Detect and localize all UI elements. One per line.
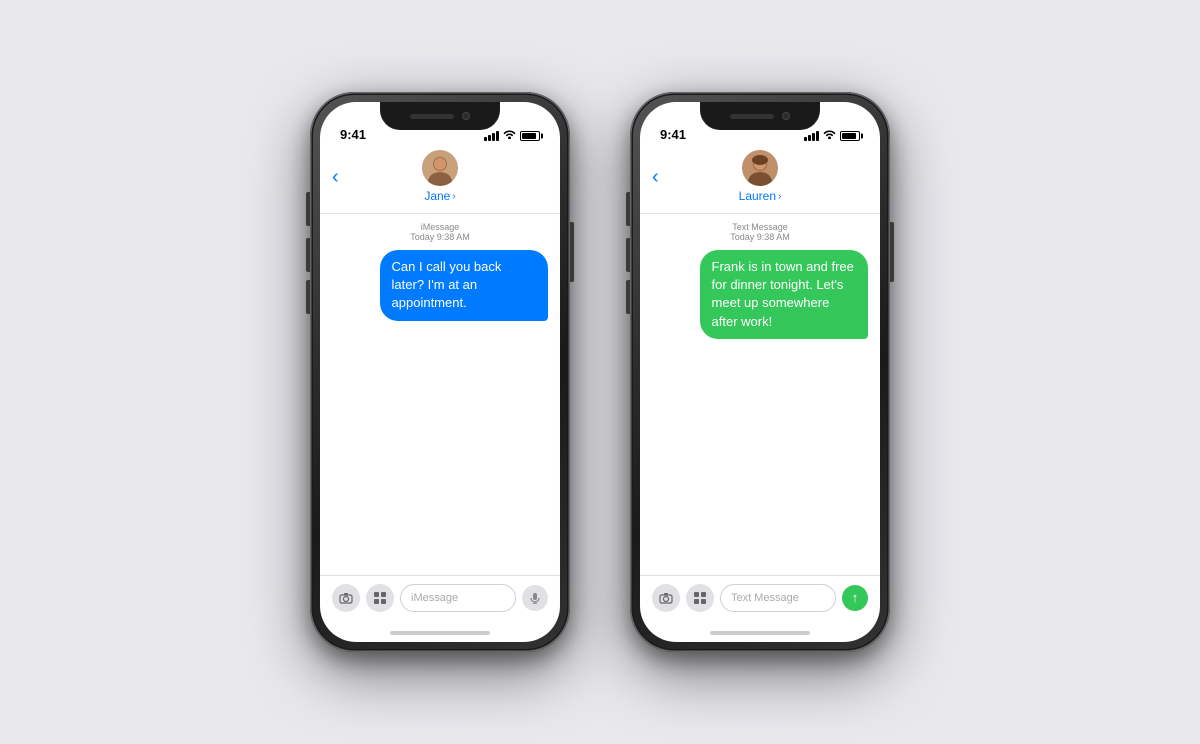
wifi-icon-right xyxy=(823,129,836,142)
camera-button-right[interactable] xyxy=(652,584,680,612)
camera-left xyxy=(462,112,470,120)
message-meta-left: iMessage Today 9:38 AM xyxy=(332,222,548,242)
battery-icon-right xyxy=(840,131,860,141)
phone-screen-right: 9:41 ‹ xyxy=(640,102,880,642)
back-button-right[interactable]: ‹ xyxy=(652,167,659,187)
contact-info-right[interactable]: Lauren › xyxy=(739,150,782,203)
input-bar-right: Text Message ↑ xyxy=(640,575,880,624)
status-time-left: 9:41 xyxy=(340,127,366,142)
nav-header-right: ‹ Lauren › xyxy=(640,146,880,214)
chevron-right-right: › xyxy=(778,191,781,202)
status-icons-right xyxy=(804,129,860,142)
apps-button-right[interactable] xyxy=(686,584,714,612)
signal-bars-right xyxy=(804,131,819,141)
signal-bars-left xyxy=(484,131,499,141)
speaker-right xyxy=(730,114,774,119)
audio-button-left[interactable] xyxy=(522,585,548,611)
camera-right xyxy=(782,112,790,120)
phone-right: 9:41 ‹ xyxy=(630,92,890,652)
message-meta-right: Text Message Today 9:38 AM xyxy=(652,222,868,242)
camera-button-left[interactable] xyxy=(332,584,360,612)
contact-name-right[interactable]: Lauren › xyxy=(739,189,782,203)
status-icons-left xyxy=(484,129,540,142)
speaker-left xyxy=(410,114,454,119)
home-indicator-left xyxy=(320,624,560,642)
message-bubble-left: Can I call you back later? I'm at an app… xyxy=(380,250,548,321)
notch-right xyxy=(700,102,820,130)
send-arrow-icon: ↑ xyxy=(852,591,859,604)
home-bar-left xyxy=(390,631,490,635)
phone-left: 9:41 ‹ xyxy=(310,92,570,652)
imessage-input-left[interactable]: iMessage xyxy=(400,584,516,612)
avatar-jane xyxy=(422,150,458,186)
avatar-lauren xyxy=(742,150,778,186)
back-button-left[interactable]: ‹ xyxy=(332,167,339,187)
apps-button-left[interactable] xyxy=(366,584,394,612)
status-time-right: 9:41 xyxy=(660,127,686,142)
phone-screen-left: 9:41 ‹ xyxy=(320,102,560,642)
battery-icon-left xyxy=(520,131,540,141)
input-bar-left: iMessage xyxy=(320,575,560,624)
messages-area-right: Text Message Today 9:38 AM Frank is in t… xyxy=(640,214,880,575)
contact-info-left[interactable]: Jane › xyxy=(422,150,458,203)
nav-header-left: ‹ Jane › xyxy=(320,146,560,214)
chevron-right-left: › xyxy=(452,191,455,202)
messages-area-left: iMessage Today 9:38 AM Can I call you ba… xyxy=(320,214,560,575)
wifi-icon-left xyxy=(503,129,516,142)
notch-left xyxy=(380,102,500,130)
text-message-input-right[interactable]: Text Message xyxy=(720,584,836,612)
home-indicator-right xyxy=(640,624,880,642)
contact-name-left[interactable]: Jane › xyxy=(424,189,455,203)
send-button-right[interactable]: ↑ xyxy=(842,585,868,611)
message-bubble-right: Frank is in town and free for dinner ton… xyxy=(700,250,868,339)
home-bar-right xyxy=(710,631,810,635)
